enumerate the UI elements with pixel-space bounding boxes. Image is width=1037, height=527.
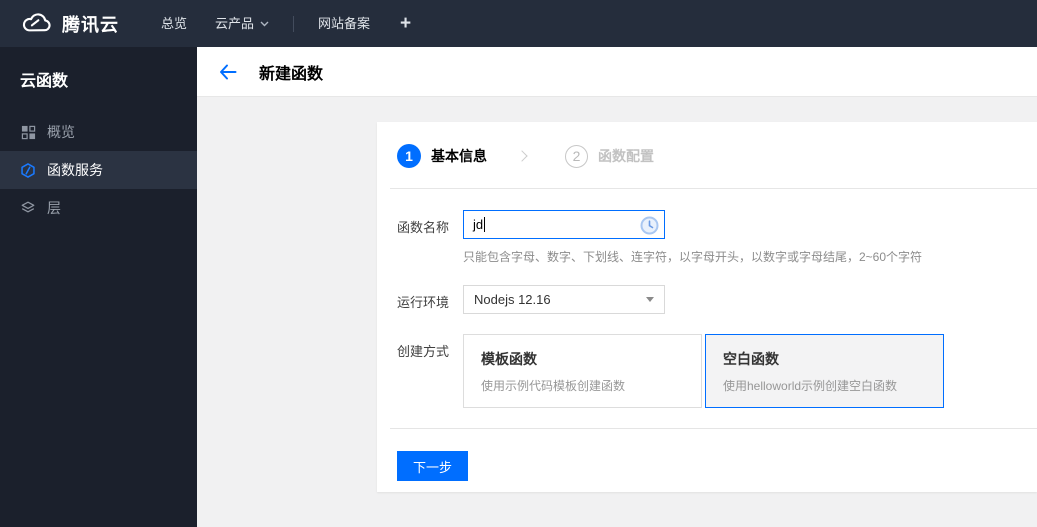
function-hexagon-icon — [20, 162, 36, 178]
sidebar-item-overview-label: 概览 — [47, 124, 75, 140]
page-header: 新建函数 — [197, 47, 1037, 97]
method-card-template-function[interactable]: 模板函数 使用示例代码模板创建函数 — [463, 334, 702, 408]
add-tab-button[interactable]: + — [384, 13, 427, 35]
text-cursor — [484, 217, 486, 232]
step-2-label: 函数配置 — [598, 148, 654, 164]
step-basic-info: 1 基本信息 — [397, 144, 487, 168]
nav-website-icp[interactable]: 网站备案 — [304, 0, 384, 47]
nav-divider — [293, 15, 295, 32]
tencent-cloud-logo-icon — [22, 13, 51, 32]
wizard-steps: 1 基本信息 2 函数配置 — [390, 122, 1037, 189]
arrow-left-icon — [220, 64, 237, 79]
topbar-nav: 总览 云产品 网站备案 + — [147, 0, 427, 47]
topbar: 腾讯云 总览 云产品 网站备案 + — [0, 0, 1037, 47]
step-chevron-icon — [516, 150, 528, 162]
grid-icon — [20, 124, 36, 140]
runtime-label: 运行环境 — [397, 295, 450, 310]
sidebar: 云函数 概览 函数服务 层 — [0, 47, 197, 527]
sidebar-menu: 概览 函数服务 层 — [0, 113, 197, 227]
runtime-row: 运行环境 Nodejs 12.16 — [397, 285, 1017, 314]
brand-home-link[interactable]: 腾讯云 — [20, 11, 119, 37]
function-name-value: jd — [473, 217, 484, 232]
brand-label: 腾讯云 — [62, 14, 119, 35]
back-button[interactable] — [218, 62, 238, 82]
step-function-config: 2 函数配置 — [565, 144, 654, 168]
nav-overview-label: 总览 — [161, 16, 188, 31]
chevron-down-icon — [260, 21, 269, 26]
select-caret-icon — [646, 297, 654, 302]
runtime-select[interactable]: Nodejs 12.16 — [463, 285, 665, 314]
creation-method-label: 创建方式 — [397, 344, 450, 359]
step-2-circle: 2 — [565, 144, 588, 168]
sidebar-title: 云函数 — [20, 73, 69, 90]
new-function-wizard-card: 1 基本信息 2 函数配置 函数名称 jd 只能包含字母、数字、下划线、连字符，… — [377, 122, 1037, 492]
function-name-input[interactable]: jd — [463, 210, 665, 239]
sidebar-item-function-service-label: 函数服务 — [47, 162, 103, 178]
step-1-circle: 1 — [397, 144, 421, 168]
content-area: 1 基本信息 2 函数配置 函数名称 jd 只能包含字母、数字、下划线、连字符，… — [197, 97, 1037, 527]
nav-website-icp-label: 网站备案 — [318, 16, 371, 31]
nav-overview[interactable]: 总览 — [147, 0, 201, 47]
app-root: 腾讯云 总览 云产品 网站备案 + 云函数 概览 函数服务 层 新建函数 1 基… — [0, 0, 1037, 527]
sidebar-item-layers[interactable]: 层 — [0, 189, 197, 227]
body-row: 云函数 概览 函数服务 层 新建函数 1 基本信息 2 函数配置 函数名称 jd… — [0, 47, 1037, 527]
function-name-label: 函数名称 — [397, 220, 450, 235]
page-title: 新建函数 — [259, 65, 324, 83]
basic-info-form: 函数名称 jd 只能包含字母、数字、下划线、连字符，以字母开头，以数字或字母结尾… — [377, 189, 1037, 428]
nav-cloud-products-label: 云产品 — [215, 16, 255, 31]
main-area: 新建函数 1 基本信息 2 函数配置 函数名称 jd 只能包含字母、数字、下划线… — [197, 47, 1037, 527]
next-step-button[interactable]: 下一步 — [397, 451, 469, 481]
function-name-row: 函数名称 jd 只能包含字母、数字、下划线、连字符，以字母开头，以数字或字母结尾… — [397, 210, 1017, 265]
sidebar-item-function-service[interactable]: 函数服务 — [0, 151, 197, 189]
card-footer: 下一步 — [390, 428, 1037, 497]
method-blank-desc: 使用helloworld示例创建空白函数 — [723, 379, 898, 393]
layers-icon — [20, 200, 36, 216]
method-blank-title: 空白函数 — [723, 351, 779, 367]
method-template-desc: 使用示例代码模板创建函数 — [481, 379, 626, 393]
method-card-blank-function[interactable]: 空白函数 使用helloworld示例创建空白函数 — [705, 334, 944, 408]
sidebar-item-layers-label: 层 — [47, 200, 61, 216]
nav-cloud-products[interactable]: 云产品 — [201, 0, 283, 47]
creation-method-row: 创建方式 模板函数 使用示例代码模板创建函数 空白函数 使用helloworld… — [397, 334, 1017, 408]
clock-icon[interactable] — [640, 216, 659, 240]
runtime-selected-value: Nodejs 12.16 — [474, 292, 551, 307]
method-template-title: 模板函数 — [481, 351, 537, 367]
function-name-field-col: jd 只能包含字母、数字、下划线、连字符，以字母开头，以数字或字母结尾，2~60… — [463, 210, 922, 265]
sidebar-item-overview[interactable]: 概览 — [0, 113, 197, 151]
creation-method-options: 模板函数 使用示例代码模板创建函数 空白函数 使用helloworld示例创建空… — [463, 334, 944, 408]
function-name-hint: 只能包含字母、数字、下划线、连字符，以字母开头，以数字或字母结尾，2~60个字符 — [463, 250, 923, 264]
step-1-label: 基本信息 — [431, 148, 487, 164]
